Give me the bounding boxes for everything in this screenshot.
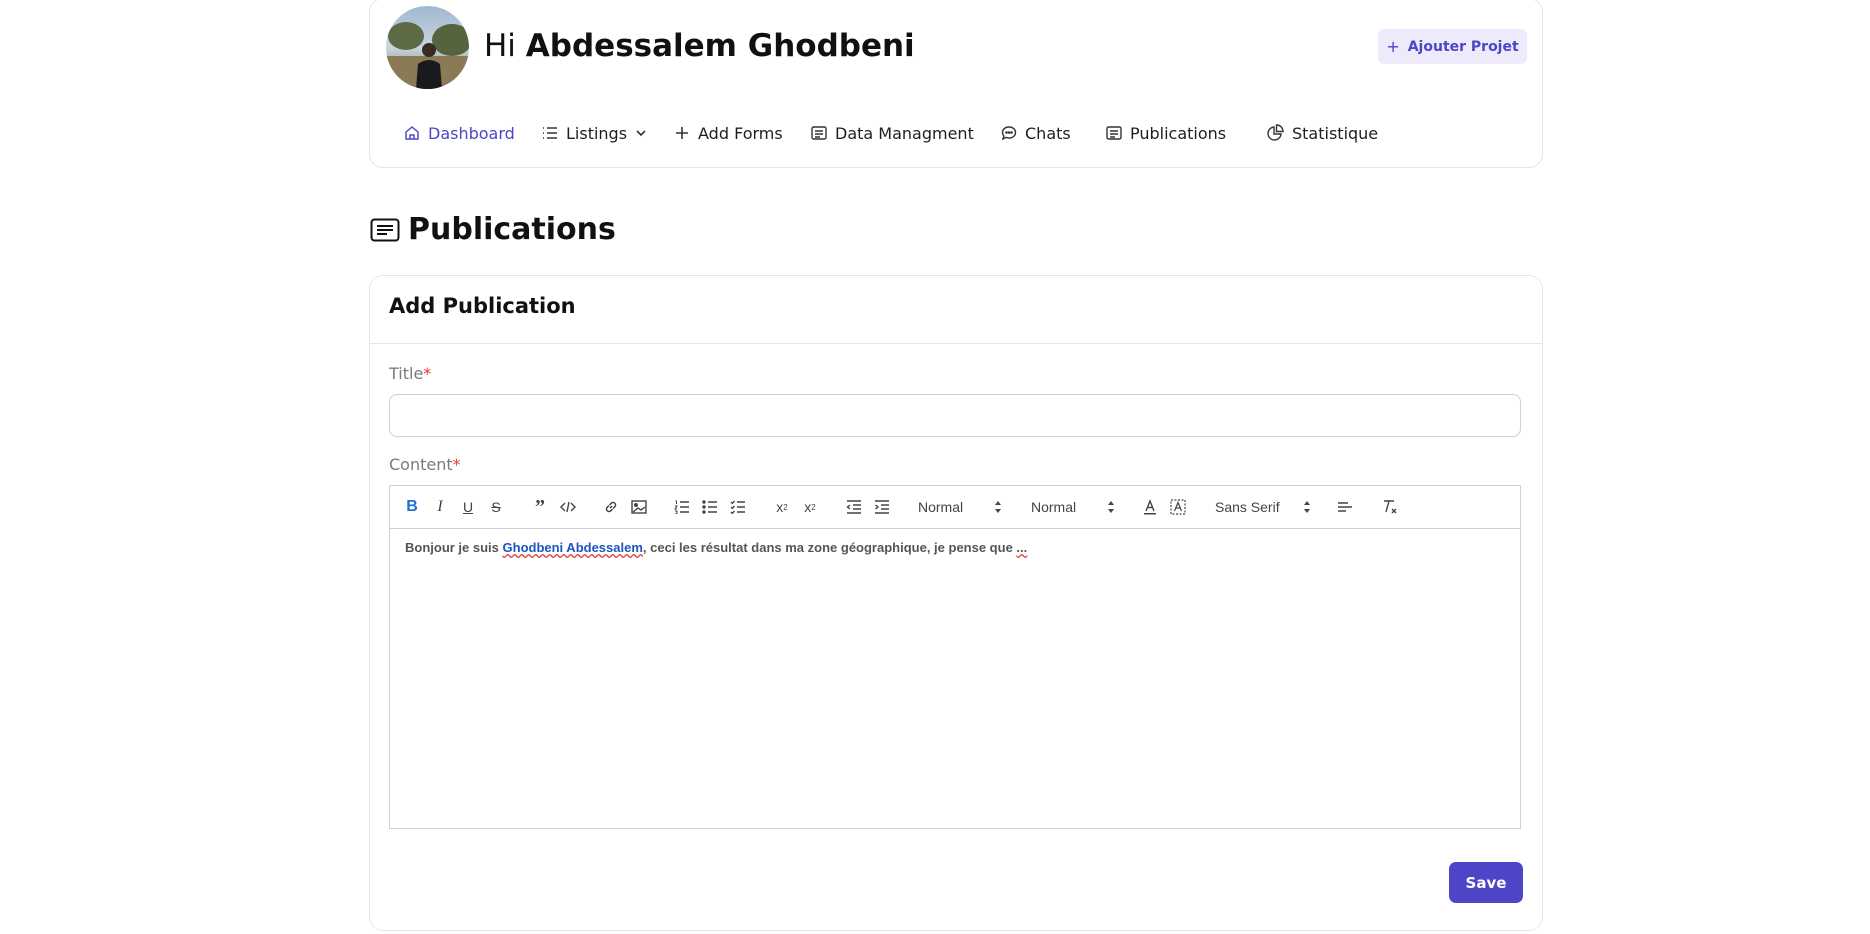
user-name: Abdessalem Ghodbeni [525, 28, 915, 64]
nav-item-add-forms[interactable]: Add Forms [674, 120, 783, 146]
italic-icon[interactable]: I [431, 498, 449, 516]
link-icon[interactable] [602, 498, 620, 516]
document-icon [811, 126, 827, 140]
select-arrows-icon [995, 501, 1001, 513]
chat-bubble-icon [1001, 126, 1017, 141]
pie-chart-icon [1267, 124, 1284, 141]
editor-content: Bonjour je suis Ghodbeni Abdessalem, cec… [405, 540, 1027, 555]
clear-format-icon[interactable] [1381, 498, 1399, 516]
underline-icon[interactable]: U [459, 498, 477, 516]
size-select-value: Normal [1031, 499, 1077, 515]
nav-label: Statistique [1292, 123, 1379, 143]
plus-icon: + [1386, 37, 1400, 56]
add-project-button[interactable]: + Ajouter Projet [1378, 29, 1527, 64]
avatar[interactable] [386, 6, 469, 89]
title-label: Title* [389, 364, 431, 383]
indent-icon[interactable] [873, 498, 891, 516]
content-label-text: Content [389, 455, 453, 474]
list-icon [543, 127, 557, 139]
check-list-icon[interactable] [729, 498, 747, 516]
nav-item-listings[interactable]: Listings [542, 120, 647, 146]
superscript-icon[interactable]: x2 [801, 498, 819, 516]
content-label: Content* [389, 455, 461, 474]
nav-label: Dashboard [428, 123, 515, 143]
content-link[interactable]: Ghodbeni Abdessalem [503, 540, 643, 555]
title-label-text: Title [389, 364, 424, 383]
nav-label: Chats [1025, 123, 1071, 143]
nav-item-publications[interactable]: Publications [1106, 120, 1226, 146]
chevron-down-icon [636, 130, 646, 137]
header-select[interactable]: Normal [918, 497, 963, 517]
content-text: Bonjour je suis [405, 540, 503, 555]
save-button[interactable]: Save [1449, 862, 1523, 903]
required-mark: * [452, 455, 461, 474]
nav-label: Listings [566, 123, 628, 143]
greeting: Hi Abdessalem Ghodbeni [484, 26, 915, 66]
code-icon[interactable] [559, 498, 577, 516]
editor-body[interactable] [389, 528, 1521, 829]
align-icon[interactable] [1336, 498, 1354, 516]
content-text: ... [1016, 540, 1028, 555]
nav-label: Publications [1130, 123, 1227, 143]
bold-icon[interactable]: B [403, 498, 421, 516]
page-title: Publications [370, 212, 616, 247]
bullet-list-icon[interactable] [701, 498, 719, 516]
plus-icon [676, 127, 688, 139]
nav-item-data-managment[interactable]: Data Managment [811, 120, 974, 146]
blockquote-icon[interactable]: ” [531, 496, 549, 518]
subscript-icon[interactable]: x2 [773, 498, 791, 516]
font-select[interactable]: Sans Serif [1215, 497, 1280, 517]
select-arrows-icon [1108, 501, 1114, 513]
card-title: Add Publication [389, 294, 576, 318]
background-color-icon[interactable] [1169, 498, 1187, 516]
strike-icon[interactable]: S [487, 498, 505, 516]
add-project-label: Ajouter Projet [1407, 38, 1519, 55]
nav-item-chats[interactable]: Chats [1001, 120, 1071, 146]
size-select[interactable]: Normal [1031, 497, 1076, 517]
document-icon [1106, 126, 1122, 140]
title-input[interactable] [389, 394, 1521, 437]
font-select-value: Sans Serif [1215, 499, 1280, 515]
page-title-text: Publications [408, 212, 616, 247]
header-select-value: Normal [918, 499, 964, 515]
font-color-icon[interactable] [1141, 498, 1159, 516]
ordered-list-icon[interactable] [673, 498, 691, 516]
select-arrows-icon [1304, 501, 1310, 513]
divider [369, 343, 1543, 344]
home-icon [405, 126, 419, 140]
image-icon[interactable] [630, 498, 648, 516]
required-mark: * [423, 364, 432, 383]
content-text: , ceci les résultat dans ma zone géograp… [642, 540, 1017, 555]
nav-label: Data Managment [835, 123, 974, 143]
nav-label: Add Forms [698, 123, 783, 143]
document-icon [370, 218, 400, 241]
nav-item-statistique[interactable]: Statistique [1266, 120, 1378, 146]
nav-item-dashboard[interactable]: Dashboard [404, 120, 515, 146]
outdent-icon[interactable] [845, 498, 863, 516]
greeting-prefix: Hi [484, 28, 516, 64]
